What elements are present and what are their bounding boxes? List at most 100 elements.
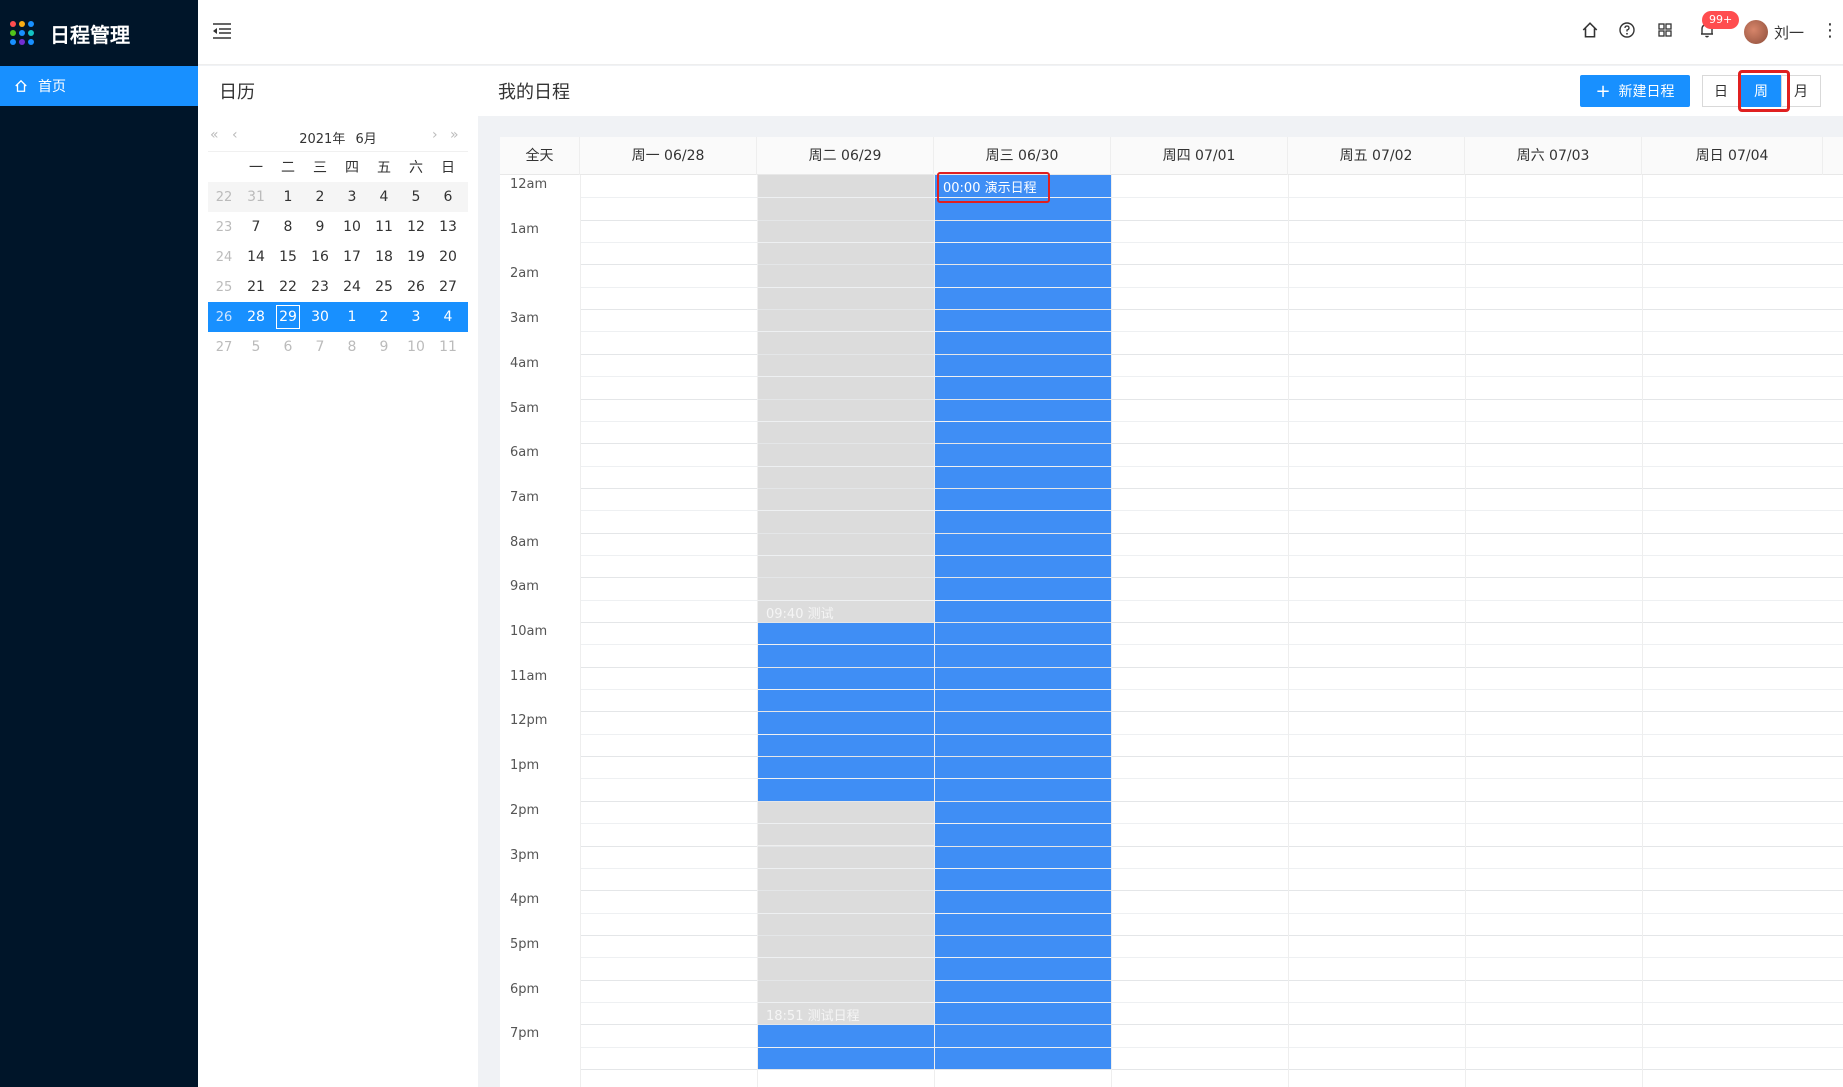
day-number: 25	[375, 279, 393, 295]
question-icon[interactable]	[1618, 21, 1636, 43]
mini-calendar-day[interactable]: 6	[432, 189, 464, 205]
day-number: 2	[379, 309, 389, 325]
view-week-button[interactable]: 周	[1740, 75, 1782, 107]
view-day-button[interactable]: 日	[1702, 75, 1740, 107]
mini-calendar-day[interactable]: 28	[240, 309, 272, 325]
day-column-header[interactable]: 周一 06/28	[580, 137, 757, 175]
mini-calendar-week-row[interactable]: 27 5 6 7 8 9 10 11	[208, 332, 468, 362]
mini-calendar-day[interactable]: 2	[304, 189, 336, 205]
apps-icon[interactable]	[1656, 21, 1674, 43]
day-number: 4	[379, 189, 389, 205]
sidebar-item-home[interactable]: 首页	[0, 66, 198, 106]
time-label: 7am	[510, 489, 539, 505]
mini-calendar-day[interactable]: 31	[240, 189, 272, 205]
day-column-header[interactable]: 周日 07/04	[1642, 137, 1823, 175]
mini-calendar-day[interactable]: 7	[240, 219, 272, 235]
day-number: 5	[251, 339, 261, 355]
mini-calendar-day[interactable]: 29	[272, 305, 304, 329]
mini-calendar-week-row[interactable]: 23 7 8 9 10 11 12 13	[208, 212, 468, 242]
mini-calendar-week-row[interactable]: 22 31 1 2 3 4 5 6	[208, 182, 468, 212]
mini-calendar-day[interactable]: 9	[368, 339, 400, 355]
mini-calendar-week-row[interactable]: 26 28 29 30 1 2 3 4	[208, 302, 468, 332]
mini-calendar-day[interactable]: 1	[272, 189, 304, 205]
more-vertical-icon[interactable]: ⋮	[1821, 20, 1839, 41]
weekday-header: 一	[249, 160, 263, 176]
month-label[interactable]: 6月	[355, 132, 376, 147]
mini-calendar-day[interactable]: 3	[336, 189, 368, 205]
mini-calendar-day[interactable]: 6	[272, 339, 304, 355]
brand-dot	[19, 30, 25, 36]
mini-calendar-day[interactable]: 1	[336, 309, 368, 325]
mini-calendar-day[interactable]: 8	[336, 339, 368, 355]
mini-calendar-day[interactable]: 4	[432, 309, 464, 325]
menu-fold-icon[interactable]	[212, 22, 232, 44]
day-number: 9	[379, 339, 389, 355]
time-label: 10am	[510, 624, 548, 639]
grid-line	[580, 242, 1843, 244]
mini-calendar-day[interactable]: 21	[240, 279, 272, 295]
mini-calendar-day[interactable]: 26	[400, 279, 432, 295]
grid-line	[580, 666, 1843, 668]
event-label[interactable]: 18:51 测试日程	[766, 1005, 860, 1024]
day-number: 5	[411, 189, 421, 205]
day-column-header[interactable]: 周四 07/01	[1111, 137, 1288, 175]
event-label[interactable]: 00:00 演示日程	[943, 177, 1037, 196]
time-label: 11am	[510, 668, 548, 684]
mini-calendar-day[interactable]: 19	[400, 249, 432, 265]
week-grid-header: 全天 周一 06/28 周二 06/29 周三 06/30 周四 07/01 周五 07/…	[500, 137, 1843, 175]
mini-calendar-day[interactable]: 18	[368, 249, 400, 265]
home-icon[interactable]	[1581, 21, 1599, 43]
brand-dot	[10, 39, 16, 45]
day-column-header[interactable]: 周三 06/30	[934, 137, 1111, 175]
mini-calendar-day[interactable]: 11	[432, 339, 464, 355]
mini-calendar-week-row[interactable]: 25 21 22 23 24 25 26 27	[208, 272, 468, 302]
year-label[interactable]: 2021年	[299, 132, 345, 147]
mini-calendar-day[interactable]: 14	[240, 249, 272, 265]
day-column-header[interactable]: 周六 07/03	[1465, 137, 1642, 175]
mini-calendar-day[interactable]: 4	[368, 189, 400, 205]
mini-calendar-day[interactable]: 3	[400, 309, 432, 325]
brand-dot	[10, 21, 16, 27]
mini-calendar-day[interactable]: 24	[336, 279, 368, 295]
mini-calendar-day[interactable]: 7	[304, 339, 336, 355]
weekday-header: 四	[345, 160, 359, 176]
mini-calendar-day[interactable]: 2	[368, 309, 400, 325]
day-column-header[interactable]: 周五 07/02	[1288, 137, 1465, 175]
mini-calendar-day[interactable]: 16	[304, 249, 336, 265]
day-column-header[interactable]: 周二 06/29	[757, 137, 934, 175]
mini-calendar-week-row[interactable]: 24 14 15 16 17 18 19 20	[208, 242, 468, 272]
mini-calendar-day[interactable]: 12	[400, 219, 432, 235]
mini-calendar-day[interactable]: 27	[432, 279, 464, 295]
time-label: 6am	[510, 445, 539, 461]
mini-calendar-day[interactable]: 13	[432, 219, 464, 235]
user-name[interactable]: 刘一	[1774, 22, 1804, 43]
day-number: 3	[347, 189, 357, 205]
next-month-icon[interactable]: ›	[432, 127, 438, 143]
day-number: 23	[311, 279, 329, 295]
grid-line	[580, 286, 1843, 288]
mini-calendar-day[interactable]: 8	[272, 219, 304, 235]
mini-calendar-day[interactable]: 23	[304, 279, 336, 295]
next-year-icon[interactable]: »	[450, 127, 459, 143]
mini-calendar-day[interactable]: 17	[336, 249, 368, 265]
mini-calendar-day[interactable]: 25	[368, 279, 400, 295]
mini-calendar-day[interactable]: 22	[272, 279, 304, 295]
event-label[interactable]: 09:40 测试	[766, 603, 834, 622]
avatar[interactable]	[1744, 20, 1768, 44]
mini-calendar-day[interactable]: 10	[336, 219, 368, 235]
new-schedule-button[interactable]: + 新建日程	[1580, 75, 1690, 107]
mini-calendar-day[interactable]: 20	[432, 249, 464, 265]
mini-calendar-day[interactable]: 9	[304, 219, 336, 235]
week-number: 22	[215, 189, 233, 205]
view-month-button[interactable]: 月	[1781, 75, 1821, 107]
mini-calendar-day[interactable]: 10	[400, 339, 432, 355]
mini-calendar-day[interactable]: 5	[400, 189, 432, 205]
sidebar: 日程管理 首页	[0, 0, 198, 1087]
mini-calendar-day[interactable]: 11	[368, 219, 400, 235]
mini-calendar-day[interactable]: 15	[272, 249, 304, 265]
day-number: 28	[247, 309, 265, 325]
grid-column-divider	[757, 175, 758, 1087]
mini-calendar-day[interactable]: 5	[240, 339, 272, 355]
mini-calendar-day[interactable]: 30	[304, 309, 336, 325]
grid-line	[580, 487, 1843, 489]
